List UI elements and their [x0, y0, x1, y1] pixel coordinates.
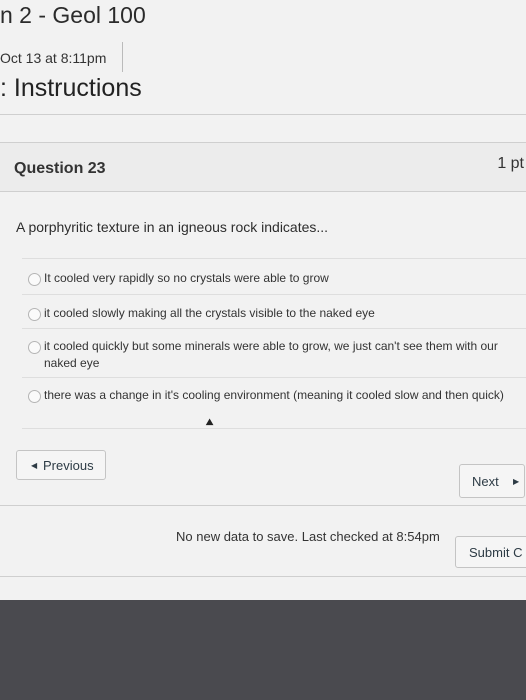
- answer-label[interactable]: it cooled quickly but some minerals were…: [44, 338, 498, 355]
- text-cursor: [122, 42, 123, 72]
- submit-quiz-button[interactable]: Submit C: [455, 536, 526, 568]
- divider: [22, 377, 526, 378]
- quiz-date: Oct 13 at 8:11pm: [0, 50, 107, 66]
- instructions-heading[interactable]: : Instructions: [0, 74, 142, 103]
- radio-button[interactable]: [28, 273, 41, 286]
- radio-button[interactable]: [28, 341, 41, 354]
- question-points: 1 pt: [497, 155, 524, 172]
- answer-label-continued[interactable]: naked eye: [44, 355, 99, 372]
- divider: [22, 258, 526, 259]
- next-button[interactable]: Next ▶: [459, 464, 525, 498]
- answer-label[interactable]: It cooled very rapidly so no crystals we…: [44, 270, 329, 287]
- chevron-left-icon: ◀: [31, 461, 38, 470]
- quiz-screen: n 2 - Geol 100 Oct 13 at 8:11pm : Instru…: [0, 0, 526, 600]
- autosave-status: No new data to save. Last checked at 8:5…: [176, 529, 440, 544]
- divider: [0, 576, 526, 577]
- divider: [0, 114, 526, 115]
- radio-button[interactable]: [28, 390, 41, 403]
- question-text: A porphyritic texture in an igneous rock…: [16, 219, 329, 235]
- answer-label[interactable]: there was a change in it's cooling envir…: [44, 387, 504, 404]
- divider: [22, 294, 526, 295]
- divider: [0, 505, 526, 506]
- answer-label[interactable]: it cooled slowly making all the crystals…: [44, 305, 375, 322]
- divider: [22, 328, 526, 329]
- radio-button[interactable]: [28, 308, 41, 321]
- chevron-right-icon: ▶: [513, 477, 520, 486]
- question-title: Question 23: [14, 160, 106, 177]
- previous-button[interactable]: ◀ Previous: [16, 450, 106, 480]
- divider: [22, 428, 526, 429]
- course-title: n 2 - Geol 100: [0, 2, 146, 28]
- question-header: Question 23 1 pt: [0, 142, 526, 192]
